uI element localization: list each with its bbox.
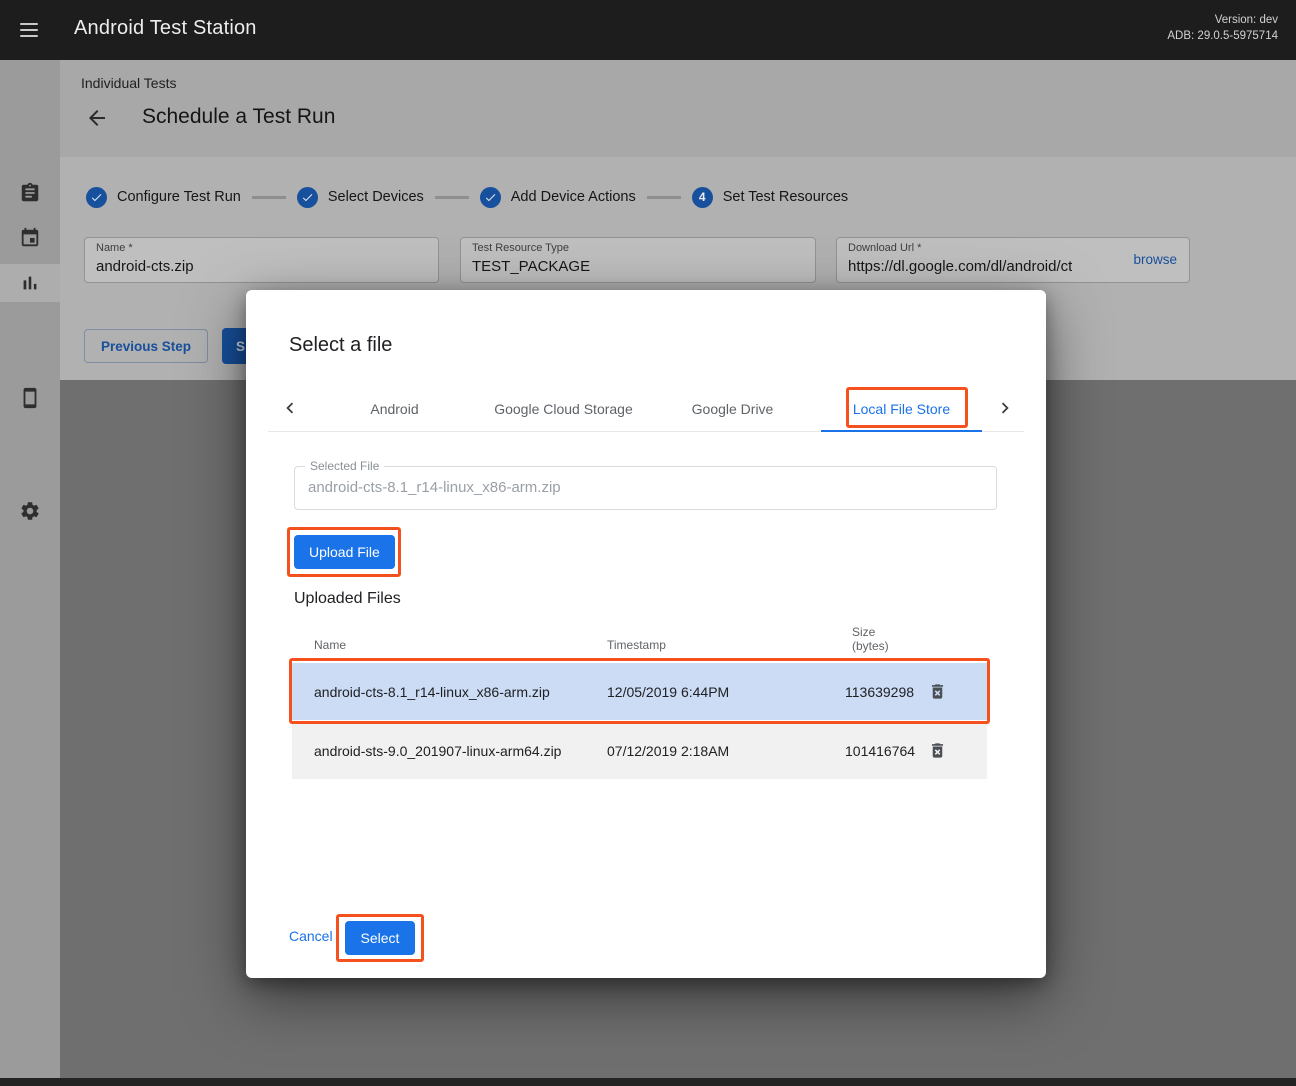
uploaded-files-title: Uploaded Files (294, 590, 401, 608)
timestamp-cell: 07/12/2019 2:18AM (607, 743, 729, 759)
timestamp-cell: 12/05/2019 6:44PM (607, 684, 729, 700)
chevron-right-icon (994, 397, 1016, 419)
tab-google-drive[interactable]: Google Drive (648, 385, 817, 432)
column-header-size: Size (bytes) (852, 625, 889, 653)
uploaded-files-table: Name Timestamp Size (bytes) android-cts-… (292, 612, 987, 781)
size-cell: 101416764 (845, 743, 921, 759)
file-picker-dialog: Select a file Android Google Cloud Stora… (246, 290, 1046, 978)
select-button[interactable]: Select (345, 921, 415, 955)
trash-icon (928, 682, 947, 701)
tab-android[interactable]: Android (310, 385, 479, 432)
table-row[interactable]: android-cts-8.1_r14-linux_x86-arm.zip 12… (292, 663, 987, 720)
file-source-tabs: Android Google Cloud Storage Google Driv… (310, 385, 986, 432)
dialog-title: Select a file (289, 334, 392, 357)
table-row[interactable]: android-sts-9.0_201907-linux-arm64.zip 0… (292, 722, 987, 779)
chevron-left-icon (279, 397, 301, 419)
tabs-scroll-left-button[interactable] (279, 397, 301, 419)
column-header-name: Name (314, 638, 346, 652)
selected-file-value: android-cts-8.1_r14-linux_x86-arm.zip (308, 479, 561, 496)
column-header-timestamp: Timestamp (607, 638, 666, 652)
delete-file-button[interactable] (924, 738, 950, 764)
app-window: Android Test Station Version: dev ADB: 2… (0, 0, 1296, 1086)
upload-file-button[interactable]: Upload File (294, 535, 395, 569)
tab-local-file-store[interactable]: Local File Store (817, 385, 986, 432)
file-name-cell: android-cts-8.1_r14-linux_x86-arm.zip (314, 684, 550, 700)
file-name-cell: android-sts-9.0_201907-linux-arm64.zip (314, 743, 561, 759)
tab-google-cloud-storage[interactable]: Google Cloud Storage (479, 385, 648, 432)
selected-file-field[interactable]: Selected File android-cts-8.1_r14-linux_… (294, 466, 997, 510)
tabs-scroll-right-button[interactable] (994, 397, 1016, 419)
trash-icon (928, 741, 947, 760)
size-cell: 113639298 (845, 684, 921, 700)
delete-file-button[interactable] (924, 679, 950, 705)
file-source-tabbar: Android Google Cloud Storage Google Driv… (268, 385, 1024, 432)
selected-file-label: Selected File (305, 459, 384, 473)
table-header: Name Timestamp Size (bytes) (292, 612, 987, 663)
cancel-button[interactable]: Cancel (289, 928, 333, 944)
